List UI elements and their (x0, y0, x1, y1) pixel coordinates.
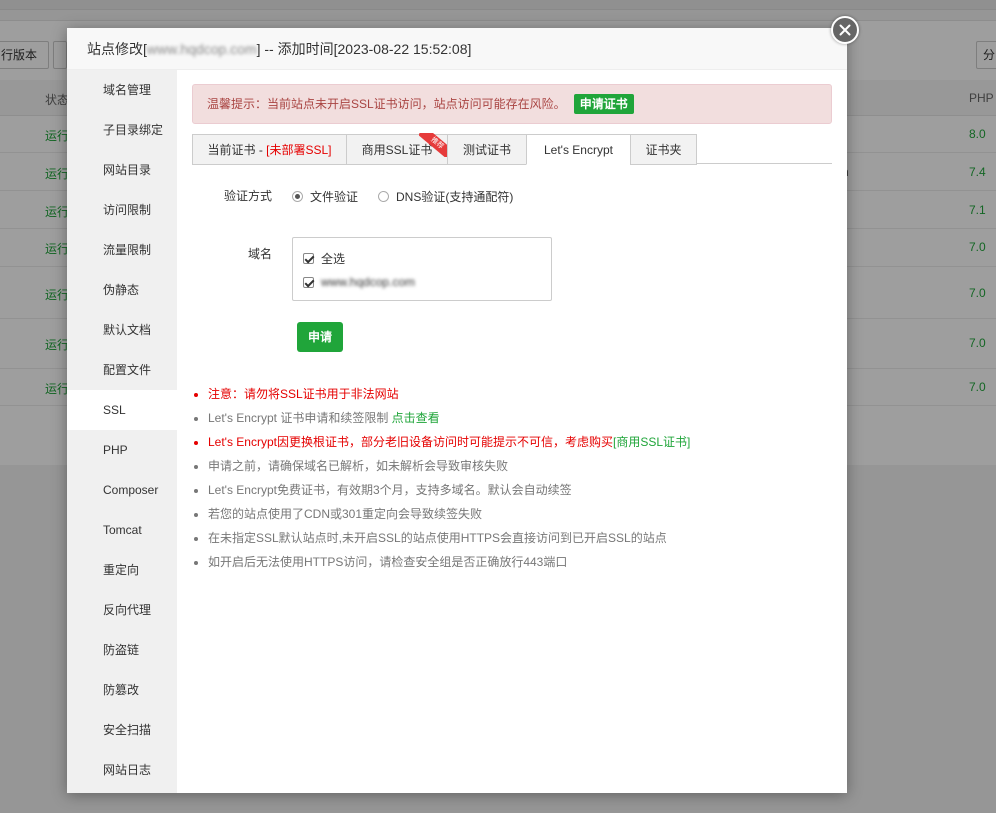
domain-checkbox[interactable] (303, 276, 314, 288)
tab-current-cert[interactable]: 当前证书 - [未部署SSL] (192, 134, 347, 165)
sidebar-item-subdirectory-binding[interactable]: 子目录绑定 (67, 110, 177, 150)
tips-list: 注意：请勿将SSL证书用于非法网站 Let's Encrypt 证书申请和续签限… (192, 382, 832, 574)
verify-method-row: 验证方式 文件验证 DNS验证(支持通配符) (192, 183, 832, 209)
dialog-title-suffix: ] -- 添加时间[2023-08-22 15:52:08] (256, 41, 472, 57)
dns-verify-radio[interactable] (378, 190, 390, 202)
tab-commercial-ssl[interactable]: 商用SSL证书 推荐 (346, 133, 449, 165)
sidebar-item-tamper-protection[interactable]: 防篡改 (67, 670, 177, 710)
sidebar-item-hotlink-protection[interactable]: 防盗链 (67, 630, 177, 670)
verify-method-label: 验证方式 (223, 189, 272, 203)
recommend-ribbon: 推荐 (419, 133, 449, 157)
tab-cert-folder[interactable]: 证书夹 (630, 134, 697, 165)
domain-option[interactable]: www.hqdcop.com (303, 270, 541, 294)
tip-item: 若您的站点使用了CDN或301重定向会导致续签失败 (208, 502, 832, 526)
ssl-warning-text: 温馨提示：当前站点未开启SSL证书访问，站点访问可能存在风险。 (207, 97, 566, 111)
ssl-panel: 温馨提示：当前站点未开启SSL证书访问，站点访问可能存在风险。 申请证书 当前证书… (192, 84, 832, 574)
sidebar-item-access-restriction[interactable]: 访问限制 (67, 190, 177, 230)
sidebar-item-config-file[interactable]: 配置文件 (67, 350, 177, 390)
sidebar-item-composer[interactable]: Composer (67, 470, 177, 510)
sidebar-item-security-scan[interactable]: 安全扫描 (67, 710, 177, 750)
submit-row: 申请 (192, 322, 832, 352)
tip-item: Let's Encrypt因更换根证书，部分老旧设备访问时可能提示不可信，考虑购… (208, 430, 832, 454)
sidebar-item-ssl[interactable]: SSL (67, 390, 177, 430)
domain-list: 全选 www.hqdcop.com (292, 237, 552, 301)
file-verify-radio[interactable] (292, 190, 303, 202)
dns-verify-label[interactable]: DNS验证(支持通配符) (396, 188, 513, 205)
select-all-checkbox[interactable] (303, 252, 314, 264)
close-icon (839, 24, 851, 36)
tip-text: Let's Encrypt 证书申请和续签限制 (208, 411, 392, 425)
commercial-ssl-link[interactable]: [商用SSL证书] (613, 435, 690, 449)
view-limits-link[interactable]: 点击查看 (392, 411, 440, 425)
site-edit-dialog: 站点修改[www.hqdcop.com] -- 添加时间[2023-08-22 … (67, 28, 847, 793)
recommend-badge: 推荐 (419, 133, 449, 157)
dialog-title-prefix: 站点修改[ (87, 41, 147, 57)
tab-test-cert[interactable]: 测试证书 (447, 134, 527, 165)
select-all-option[interactable]: 全选 (303, 246, 541, 270)
ssl-warning-alert: 温馨提示：当前站点未开启SSL证书访问，站点访问可能存在风险。 申请证书 (192, 84, 832, 124)
tip-item: 在未指定SSL默认站点时,未开启SSL的站点使用HTTPS会直接访问到已开启SS… (208, 526, 832, 550)
sidebar-item-reverse-proxy[interactable]: 反向代理 (67, 590, 177, 630)
domain-name[interactable]: www.hqdcop.com (321, 275, 415, 289)
tip-item: 申请之前，请确保域名已解析，如未解析会导致审核失败 (208, 454, 832, 478)
sidebar-item-traffic-limit[interactable]: 流量限制 (67, 230, 177, 270)
domain-label: 域名 (247, 247, 272, 261)
tip-item: 如开启后无法使用HTTPS访问，请检查安全组是否正确放行443端口 (208, 550, 832, 574)
apply-button[interactable]: 申请 (297, 322, 343, 352)
sidebar-item-default-document[interactable]: 默认文档 (67, 310, 177, 350)
sidebar-item-domain-management[interactable]: 域名管理 (67, 70, 177, 110)
sidebar-item-site-log[interactable]: 网站日志 (67, 750, 177, 790)
tab-lets-encrypt[interactable]: Let's Encrypt (526, 134, 631, 165)
tip-item: 注意：请勿将SSL证书用于非法网站 (208, 382, 832, 406)
tip-item: Let's Encrypt免费证书，有效期3个月，支持多域名。默认会自动续签 (208, 478, 832, 502)
cert-tabs: 当前证书 - [未部署SSL] 商用SSL证书 推荐 测试证书 Let's En… (192, 133, 832, 165)
tab-current-cert-status: [未部署SSL] (266, 143, 332, 157)
settings-sidebar: 域名管理 子目录绑定 网站目录 访问限制 流量限制 伪静态 默认文档 配置文件 … (67, 70, 177, 793)
close-dialog-button[interactable] (831, 16, 859, 44)
sidebar-item-site-directory[interactable]: 网站目录 (67, 150, 177, 190)
file-verify-label[interactable]: 文件验证 (310, 188, 358, 205)
tip-text: Let's Encrypt因更换根证书，部分老旧设备访问时可能提示不可信，考虑购… (208, 435, 613, 449)
domain-row: 域名 全选 www.hqdcop.com (192, 237, 832, 301)
apply-cert-button[interactable]: 申请证书 (573, 94, 634, 114)
tip-item: Let's Encrypt 证书申请和续签限制 点击查看 (208, 406, 832, 430)
dialog-title: 站点修改[www.hqdcop.com] -- 添加时间[2023-08-22 … (67, 28, 847, 70)
sidebar-item-tomcat[interactable]: Tomcat (67, 510, 177, 550)
verify-method-group: 文件验证 DNS验证(支持通配符) (292, 183, 533, 209)
dialog-title-domain: www.hqdcop.com (146, 41, 257, 57)
tab-current-cert-label: 当前证书 - (207, 143, 267, 157)
sidebar-item-rewrite[interactable]: 伪静态 (67, 270, 177, 310)
select-all-label[interactable]: 全选 (321, 250, 345, 267)
sidebar-item-redirect[interactable]: 重定向 (67, 550, 177, 590)
sidebar-item-php[interactable]: PHP (67, 430, 177, 470)
